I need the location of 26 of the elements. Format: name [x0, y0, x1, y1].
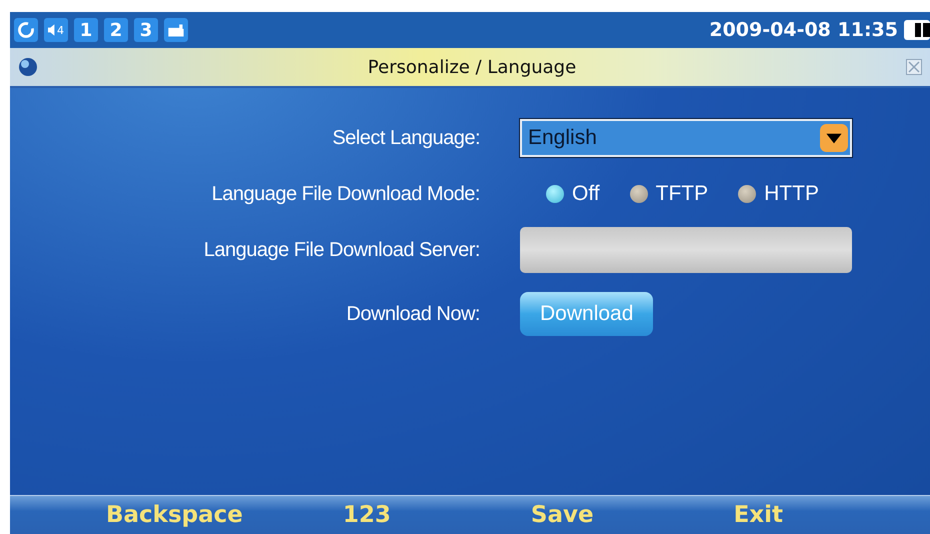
radio-option[interactable]: TFTP: [630, 182, 708, 206]
radio-option[interactable]: HTTP: [738, 182, 819, 206]
download-button[interactable]: Download: [520, 292, 654, 336]
window-title: Personalize / Language: [366, 56, 578, 78]
phone-icon: [164, 18, 188, 42]
server-input-field[interactable]: [520, 227, 852, 273]
field-label: Download Now:: [345, 302, 480, 326]
refresh-icon: [14, 18, 38, 42]
language-dropdown[interactable]: English: [520, 119, 852, 157]
volume-level: 4: [57, 24, 64, 36]
line-indicator: 3: [134, 18, 158, 42]
softkey[interactable]: Exit: [734, 502, 784, 528]
radio-option[interactable]: Off: [546, 182, 600, 206]
globe-icon: [18, 57, 38, 77]
field-label: Language File Download Server:: [202, 238, 480, 262]
speaker-icon: [48, 24, 56, 36]
date-time: 2009-04-08 11:35: [709, 19, 898, 41]
close-icon[interactable]: [906, 59, 922, 75]
line-indicator: 1: [74, 18, 98, 42]
battery-icon: [904, 20, 930, 40]
line-indicator: 2: [104, 18, 128, 42]
softkey[interactable]: 123: [342, 502, 391, 528]
softkey[interactable]: Backspace: [106, 502, 243, 528]
field-label: Select Language:: [331, 126, 480, 150]
field-label: Language File Download Mode:: [210, 182, 480, 206]
softkey[interactable]: Save: [530, 502, 594, 528]
